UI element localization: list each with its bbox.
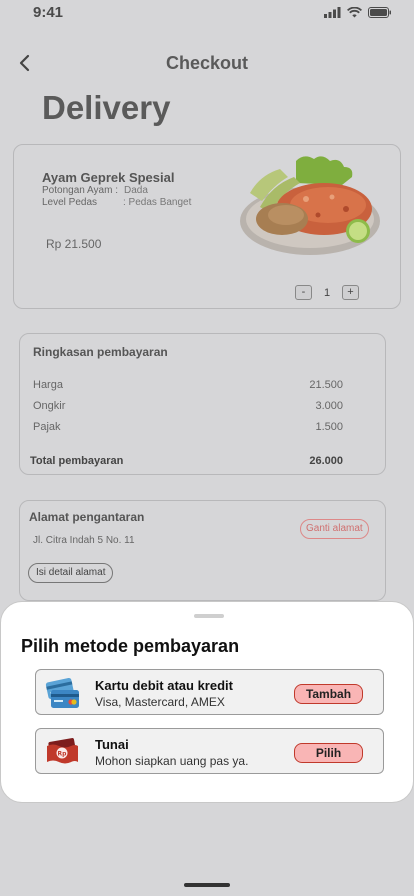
page-title: Delivery — [42, 89, 171, 126]
product-name: Ayam Geprek Spesial — [42, 170, 175, 185]
option-value: : Pedas Banget — [123, 197, 192, 208]
payment-method-description: Visa, Mastercard, AMEX — [95, 695, 225, 709]
summary-row-harga: Harga 21.500 — [33, 379, 343, 391]
option-label: Potongan Ayam : — [42, 185, 118, 196]
summary-row-pajak: Pajak 1.500 — [33, 421, 343, 433]
food-image — [240, 156, 380, 255]
status-bar: 9:41 — [0, 0, 414, 28]
sheet-title: Pilih metode pembayaran — [21, 636, 240, 656]
select-cash-button[interactable]: Pilih — [294, 743, 363, 763]
sheet-drag-handle[interactable] — [194, 614, 224, 618]
quantity-stepper: - 1 + — [295, 285, 359, 300]
summary-row-ongkir: Ongkir 3.000 — [33, 400, 343, 412]
quantity-value: 1 — [323, 286, 331, 299]
summary-label: Harga — [33, 379, 63, 391]
battery-icon — [368, 7, 391, 18]
quantity-minus-button[interactable]: - — [295, 285, 312, 300]
summary-total-row: Total pembayaran 26.000 — [30, 455, 343, 467]
payment-method-description: Mohon siapkan uang pas ya. — [95, 754, 249, 768]
product-card: Ayam Geprek Spesial Potongan Ayam : Dada… — [13, 144, 401, 309]
cash-icon: Rp — [47, 738, 78, 764]
summary-value: 1.500 — [315, 421, 343, 433]
option-label: Level Pedas — [42, 197, 98, 208]
payment-option-card[interactable]: Kartu debit atau kredit Visa, Mastercard… — [35, 669, 384, 715]
address-detail-button[interactable]: Isi detail alamat — [28, 563, 114, 583]
payment-method-sheet: Pilih metode pembayaran Kartu debit atau… — [0, 601, 414, 803]
product-price: Rp 21.500 — [46, 237, 102, 251]
option-value: Dada — [124, 185, 148, 196]
total-label: Total pembayaran — [30, 455, 124, 467]
credit-card-icon — [45, 677, 79, 708]
total-value: 26.000 — [309, 455, 343, 467]
quantity-plus-button[interactable]: + — [342, 285, 359, 300]
product-option-pedas: Level Pedas : Pedas Banget — [42, 197, 191, 208]
summary-label: Ongkir — [33, 400, 66, 412]
summary-value: 21.500 — [309, 379, 343, 391]
status-icons — [324, 7, 392, 18]
header-title: Checkout — [165, 53, 248, 73]
payment-method-name: Tunai — [95, 737, 129, 752]
change-address-button[interactable]: Ganti alamat — [300, 519, 369, 539]
payment-summary-card: Ringkasan pembayaran Harga 21.500 Ongkir… — [19, 333, 386, 475]
delivery-address-card: Alamat pengantaran Jl. Citra Indah 5 No.… — [19, 500, 386, 601]
signal-icon — [324, 7, 341, 18]
status-time: 9:41 — [33, 4, 64, 21]
address-text: Jl. Citra Indah 5 No. 11 — [33, 535, 135, 546]
summary-label: Pajak — [33, 421, 61, 433]
home-indicator[interactable] — [184, 883, 230, 887]
summary-title: Ringkasan pembayaran — [33, 345, 168, 359]
product-option-potongan: Potongan Ayam : Dada — [42, 185, 148, 196]
payment-option-cash[interactable]: Rp Tunai Mohon siapkan uang pas ya. Pili… — [35, 728, 384, 774]
svg-text:Rp: Rp — [58, 751, 68, 758]
payment-method-name: Kartu debit atau kredit — [95, 678, 233, 693]
header: Checkout — [0, 50, 414, 78]
summary-value: 3.000 — [315, 400, 343, 412]
address-title: Alamat pengantaran — [29, 510, 145, 524]
wifi-icon — [347, 7, 362, 18]
add-card-button[interactable]: Tambah — [294, 684, 363, 704]
